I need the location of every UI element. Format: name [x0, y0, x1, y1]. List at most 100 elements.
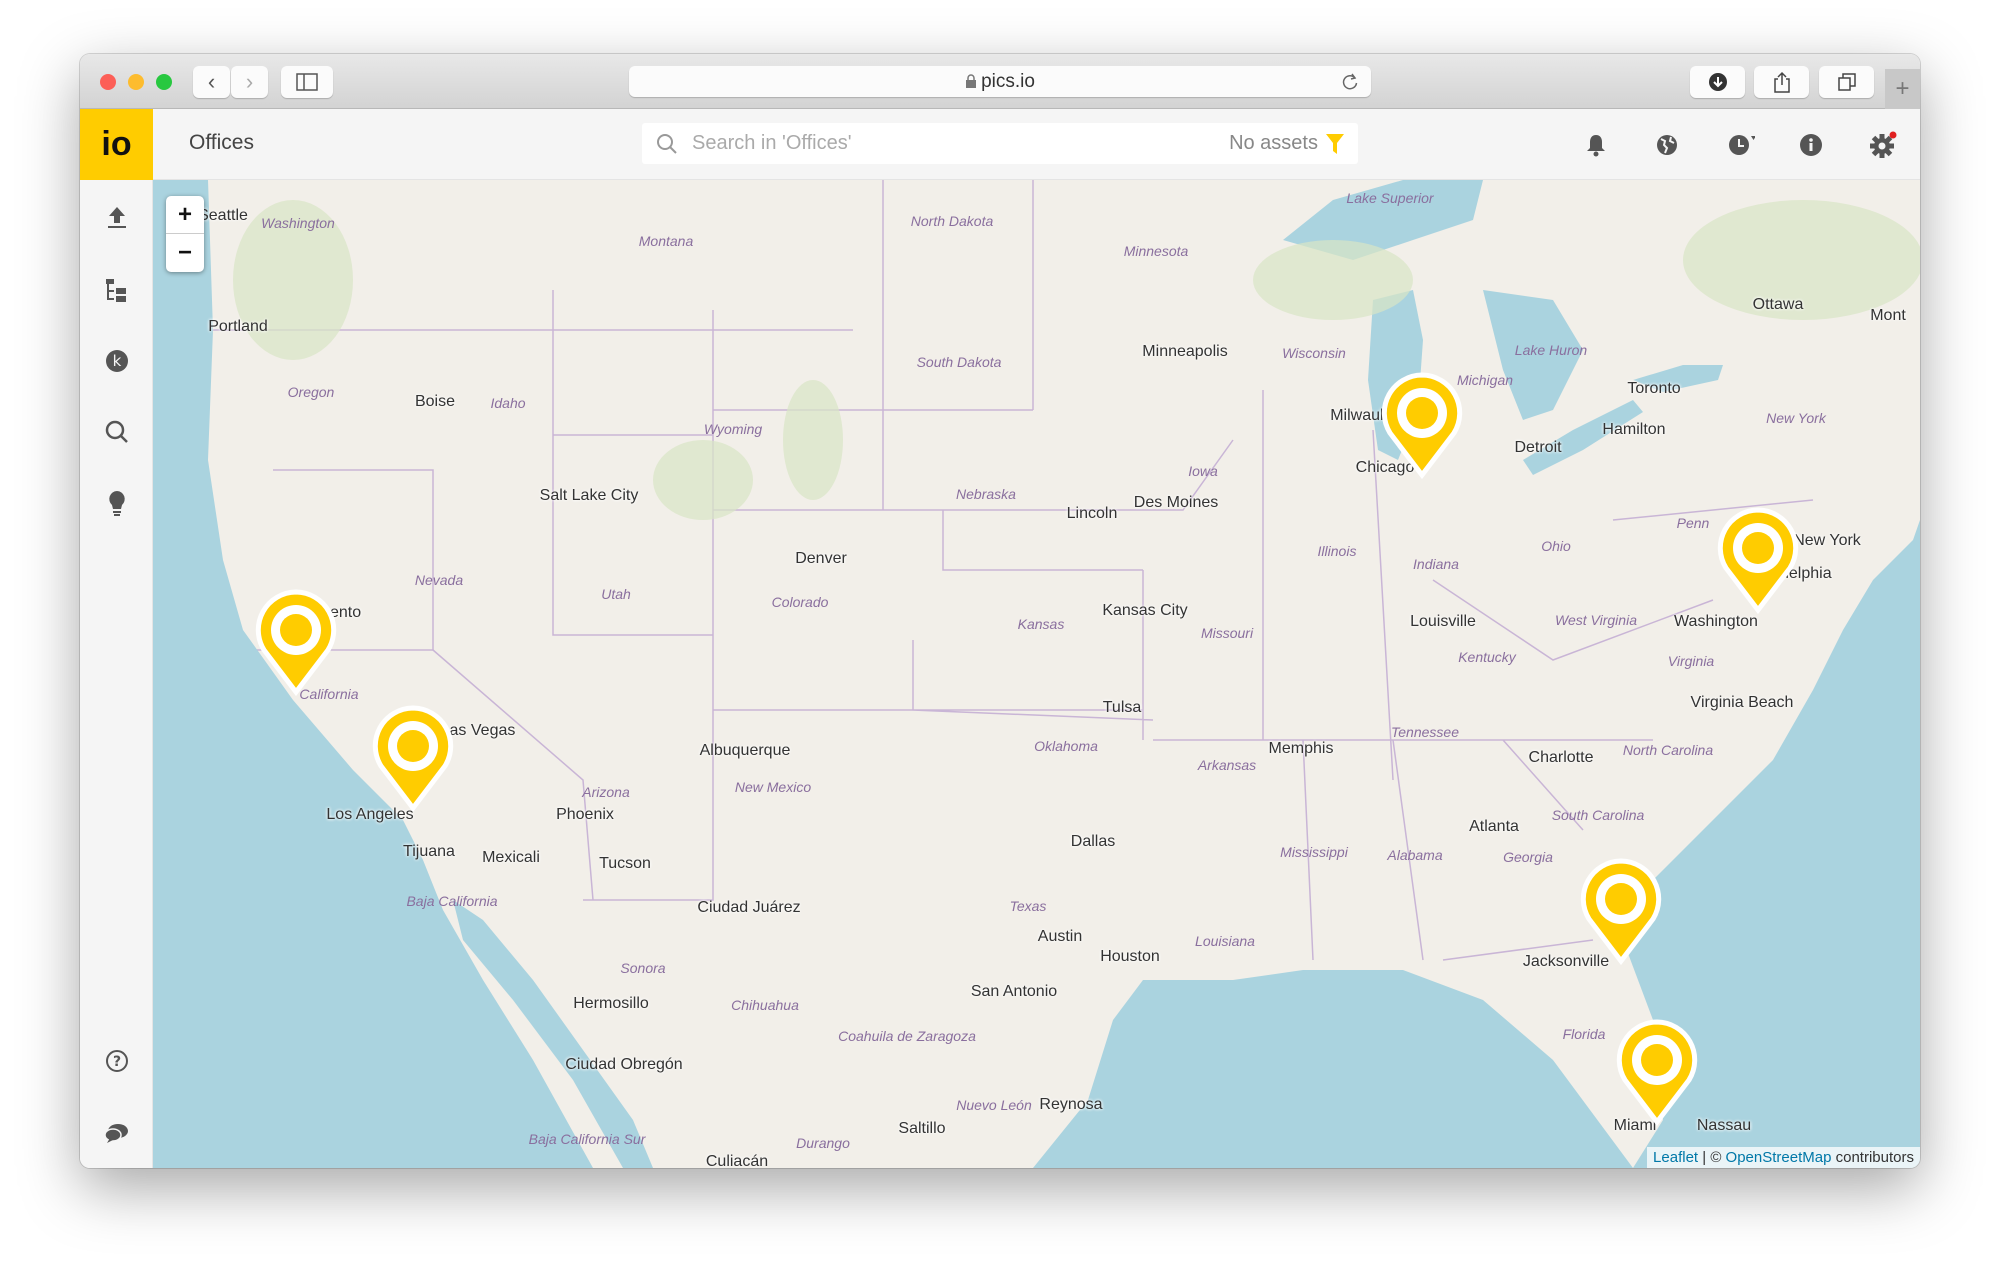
- lock-icon: [966, 74, 977, 88]
- office-location-marker[interactable]: [1716, 506, 1800, 615]
- map-pin-icon: [1580, 858, 1662, 966]
- map-region-label: Tennessee: [1391, 724, 1459, 740]
- search-bar[interactable]: Search in 'Offices' No assets: [642, 123, 1358, 164]
- zoom-in-button[interactable]: +: [166, 196, 204, 234]
- map-region-label: Ohio: [1541, 538, 1571, 554]
- map-city-label: Ottawa: [1752, 296, 1804, 313]
- url-text: pics.io: [981, 70, 1035, 92]
- map-city-label: Austin: [1037, 928, 1083, 945]
- map-city-label: Charlotte: [1528, 749, 1594, 766]
- map-attribution: Leaflet | © OpenStreetMap contributors: [1647, 1147, 1920, 1168]
- keywords-button[interactable]: k: [102, 346, 132, 376]
- map-region-label: Nevada: [414, 572, 464, 588]
- tabs-overview-button[interactable]: [1819, 66, 1874, 98]
- office-location-marker[interactable]: [254, 588, 338, 697]
- picsio-logo[interactable]: io: [80, 109, 153, 180]
- map-region-label: Wyoming: [703, 421, 763, 437]
- upload-icon: [108, 207, 126, 228]
- back-button[interactable]: ‹: [193, 66, 230, 98]
- close-window-button[interactable]: [100, 74, 116, 90]
- map-city-label: Washington: [1674, 613, 1758, 630]
- map-city-label: Louisville: [1410, 613, 1476, 630]
- chat-button[interactable]: [102, 1118, 132, 1148]
- map-region-label: Louisiana: [1195, 933, 1255, 949]
- help-button[interactable]: ?: [102, 1046, 132, 1076]
- map-region-label: Washington: [261, 215, 335, 231]
- map-region-label: Colorado: [771, 594, 829, 610]
- search-input[interactable]: Search in 'Offices': [692, 132, 1229, 155]
- map-pin-icon: [372, 705, 454, 813]
- address-bar[interactable]: pics.io: [629, 66, 1371, 97]
- search-icon: [657, 133, 677, 154]
- office-location-marker[interactable]: [1380, 371, 1464, 480]
- page-title: Offices: [189, 131, 254, 154]
- map-city-label: Dallas: [1070, 833, 1116, 850]
- share-button[interactable]: [1754, 66, 1809, 98]
- office-location-marker[interactable]: [371, 704, 455, 813]
- map-city-label: Phoenix: [556, 806, 614, 823]
- map-region-label: Penn: [1676, 515, 1710, 531]
- svg-text:k: k: [113, 352, 122, 370]
- map-city-label: Nassau: [1696, 1117, 1752, 1134]
- browser-window: ‹ › pics.io + io Offices Search in 'Offi…: [80, 54, 1920, 1168]
- map-city-label: Mexicali: [482, 849, 540, 866]
- reload-icon[interactable]: [1341, 73, 1359, 91]
- map-city-label: Albuquerque: [699, 742, 791, 759]
- openstreetmap-link[interactable]: OpenStreetMap: [1726, 1149, 1832, 1166]
- history-button[interactable]: [1727, 131, 1755, 159]
- map-city-label: Portland: [208, 318, 268, 335]
- map-city-label: Salt Lake City: [539, 487, 639, 504]
- info-icon: [1800, 134, 1822, 156]
- map-region-label: North Carolina: [1622, 742, 1714, 758]
- map-region-label: Arizona: [582, 784, 630, 800]
- chevron-left-icon: ‹: [207, 69, 216, 94]
- map-region-label: North Dakota: [910, 213, 994, 229]
- map-city-label: New York: [1793, 532, 1861, 549]
- map-city-label: Seattle: [198, 207, 248, 224]
- notifications-button[interactable]: [1582, 131, 1610, 159]
- map-region-label: Minnesota: [1123, 243, 1189, 259]
- search-panel-button[interactable]: [102, 417, 132, 447]
- map-city-label: Houston: [1100, 948, 1160, 965]
- maximize-window-button[interactable]: [156, 74, 172, 90]
- forward-button[interactable]: ›: [231, 66, 268, 98]
- chat-icon: [104, 1124, 128, 1143]
- new-tab-button[interactable]: +: [1885, 69, 1920, 109]
- info-button[interactable]: [1797, 131, 1825, 159]
- office-location-marker[interactable]: [1615, 1018, 1699, 1127]
- zoom-control: + −: [166, 196, 204, 272]
- filter-icon[interactable]: [1326, 133, 1344, 154]
- map-region-label: Coahuila de Zaragoza: [838, 1028, 976, 1044]
- map-region-label: Missouri: [1200, 625, 1254, 641]
- sidebar: k ?: [80, 180, 153, 1168]
- map-region-label: West Virginia: [1555, 612, 1637, 628]
- sidebar-toggle-button[interactable]: [281, 66, 333, 98]
- inbox-ideas-button[interactable]: [102, 489, 132, 519]
- gulf-of-mexico: [1033, 970, 1633, 1168]
- office-location-marker[interactable]: [1579, 857, 1663, 966]
- map-pin-icon: [1381, 372, 1463, 480]
- assets-count: No assets: [1229, 132, 1318, 154]
- globe-button[interactable]: [1653, 131, 1681, 159]
- map-city-label: Tucson: [599, 855, 651, 872]
- map-view[interactable]: Washington Montana North Dakota Minnesota Or…: [153, 180, 1920, 1168]
- browser-titlebar: ‹ › pics.io +: [80, 54, 1920, 109]
- map-region-label: Durango: [796, 1135, 850, 1151]
- map-region-label: Sonora: [620, 960, 666, 976]
- map-region-label: Montana: [638, 233, 694, 249]
- zoom-out-button[interactable]: −: [166, 234, 204, 272]
- map-city-label: Ciudad Juárez: [697, 899, 801, 916]
- leaflet-link[interactable]: Leaflet: [1653, 1149, 1698, 1166]
- upload-button[interactable]: [102, 202, 132, 232]
- map-city-label: Reynosa: [1039, 1096, 1103, 1113]
- map-city-label: Minneapolis: [1142, 343, 1228, 360]
- minimize-window-button[interactable]: [128, 74, 144, 90]
- map-city-label: Ciudad Obregón: [565, 1056, 683, 1073]
- map-region-label: Lake Superior: [1346, 190, 1434, 206]
- map-city-label: Boise: [414, 393, 456, 410]
- map-city-label: Toronto: [1627, 380, 1681, 397]
- map-region-label: Iowa: [1188, 463, 1218, 479]
- downloads-button[interactable]: [1690, 66, 1745, 98]
- settings-button[interactable]: [1869, 131, 1897, 159]
- collections-button[interactable]: [102, 275, 132, 305]
